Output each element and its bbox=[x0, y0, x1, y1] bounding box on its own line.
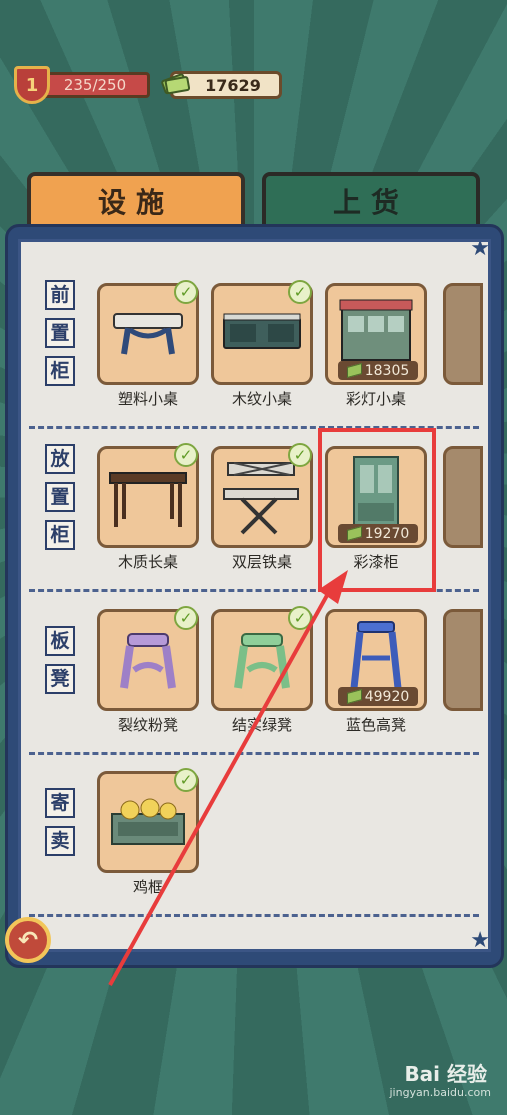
check-icon: ✓ bbox=[288, 443, 312, 467]
item-name: 木质长桌 bbox=[117, 553, 178, 571]
item-locked-partial[interactable] bbox=[443, 283, 483, 385]
check-icon: ✓ bbox=[174, 443, 198, 467]
category-char: 置 bbox=[45, 482, 75, 512]
facility-panel: ★ ★ 前 置 柜 ✓ ✓ 18305 塑料小桌 木纹小桌 彩灯小桌 放 置 柜… bbox=[5, 224, 504, 968]
item-wood-long-table[interactable]: ✓ bbox=[97, 443, 199, 548]
item-name: 塑料小桌 bbox=[117, 390, 178, 408]
item-plastic-table[interactable]: ✓ bbox=[97, 280, 199, 385]
xp-bar: 235/250 bbox=[40, 72, 150, 98]
section-divider bbox=[29, 752, 479, 755]
category-front-counter: 前 置 柜 bbox=[45, 280, 75, 386]
check-icon: ✓ bbox=[288, 280, 312, 304]
item-locked-partial[interactable] bbox=[443, 446, 483, 548]
star-icon: ★ bbox=[470, 928, 490, 952]
lantern-table-icon bbox=[339, 299, 413, 361]
status-bar: 1 235/250 17629 bbox=[0, 0, 507, 120]
cash-icon bbox=[161, 73, 190, 95]
tab-facilities[interactable]: 设施 bbox=[27, 172, 245, 230]
item-name: 裂纹粉凳 bbox=[117, 716, 178, 734]
star-icon: ★ bbox=[470, 239, 490, 261]
cash-icon bbox=[346, 362, 362, 379]
facility-list[interactable]: ★ ★ 前 置 柜 ✓ ✓ 18305 塑料小桌 木纹小桌 彩灯小桌 放 置 柜… bbox=[18, 239, 491, 952]
item-name: 彩灯小桌 bbox=[345, 390, 406, 408]
back-arrow-icon[interactable]: ↶ bbox=[5, 917, 51, 963]
item-name: 结实绿凳 bbox=[231, 716, 292, 734]
highlight-box bbox=[318, 428, 436, 592]
price-tag: 18305 bbox=[338, 361, 418, 380]
check-icon: ✓ bbox=[174, 768, 198, 792]
item-blue-tall-stool[interactable]: 49920 bbox=[325, 609, 427, 711]
category-char: 板 bbox=[45, 626, 75, 656]
category-char: 置 bbox=[45, 318, 75, 348]
category-char: 前 bbox=[45, 280, 75, 310]
item-locked-partial[interactable] bbox=[443, 609, 483, 711]
item-name: 鸡框 bbox=[132, 878, 163, 896]
blue-stool-icon bbox=[350, 621, 402, 689]
price-tag: 49920 bbox=[338, 687, 418, 706]
item-wood-grain-table[interactable]: ✓ bbox=[211, 280, 313, 385]
watermark-url: jingyan.baidu.com bbox=[389, 1086, 491, 1099]
cash-icon bbox=[346, 688, 362, 705]
item-sturdy-green-stool[interactable]: ✓ bbox=[211, 606, 313, 711]
price-value: 18305 bbox=[364, 362, 410, 379]
category-char: 柜 bbox=[45, 356, 75, 386]
category-char: 凳 bbox=[45, 664, 75, 694]
item-chicken-crate[interactable]: ✓ bbox=[97, 768, 199, 873]
price-value: 49920 bbox=[364, 688, 410, 705]
item-cracked-pink-stool[interactable]: ✓ bbox=[97, 606, 199, 711]
category-display-cabinet: 放 置 柜 bbox=[45, 444, 75, 550]
category-char: 寄 bbox=[45, 788, 75, 818]
section-divider bbox=[29, 914, 479, 917]
check-icon: ✓ bbox=[174, 280, 198, 304]
category-char: 卖 bbox=[45, 826, 75, 856]
item-lantern-table[interactable]: 18305 bbox=[325, 283, 427, 385]
item-double-iron-table[interactable]: ✓ bbox=[211, 443, 313, 548]
category-stools: 板 凳 bbox=[45, 626, 75, 694]
level-badge: 1 bbox=[14, 66, 50, 104]
item-name: 木纹小桌 bbox=[231, 390, 292, 408]
watermark-logo: Bai 经验 bbox=[404, 1062, 487, 1086]
check-icon: ✓ bbox=[288, 606, 312, 630]
check-icon: ✓ bbox=[174, 606, 198, 630]
category-char: 放 bbox=[45, 444, 75, 474]
item-name: 蓝色高凳 bbox=[345, 716, 406, 734]
category-char: 柜 bbox=[45, 520, 75, 550]
item-name: 双层铁桌 bbox=[231, 553, 292, 571]
tab-restock[interactable]: 上货 bbox=[262, 172, 480, 230]
category-consignment: 寄 卖 bbox=[45, 788, 75, 856]
